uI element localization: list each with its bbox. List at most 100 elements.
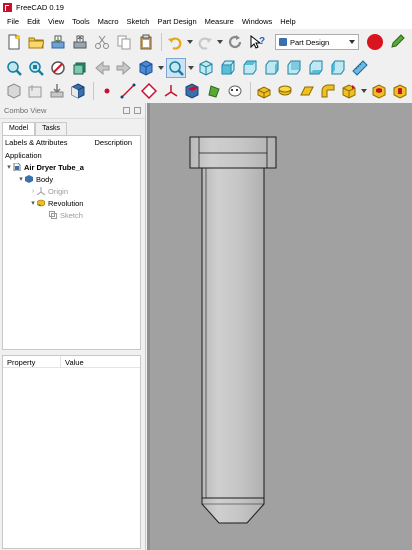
paste-button[interactable] — [136, 32, 156, 52]
additive-loft-icon — [299, 86, 314, 96]
create-group-button[interactable] — [25, 81, 44, 101]
fit-all-button[interactable] — [4, 58, 24, 78]
tree-item-document[interactable]: ▾ Air Dryer Tube_a — [3, 161, 140, 173]
draw-style-button[interactable] — [48, 58, 68, 78]
air-dryer-tube-model[interactable] — [189, 136, 277, 524]
additive-helix-button[interactable] — [340, 81, 359, 101]
subshape-binder-button[interactable] — [204, 81, 223, 101]
datum-point-button[interactable] — [97, 81, 116, 101]
tree-col-description[interactable]: Description — [94, 138, 132, 147]
import-button[interactable] — [47, 81, 66, 101]
chevron-down-icon[interactable]: ▾ — [29, 199, 37, 207]
new-document-button[interactable] — [4, 32, 24, 52]
menu-view[interactable]: View — [44, 14, 68, 29]
tab-model[interactable]: Model — [2, 122, 36, 135]
create-body-button[interactable] — [68, 81, 87, 101]
scissors-icon — [95, 35, 109, 49]
view-rear-button[interactable] — [284, 58, 304, 78]
view-isometric-button[interactable] — [196, 58, 216, 78]
menu-sketch[interactable]: Sketch — [123, 14, 154, 29]
group-icon — [28, 85, 42, 98]
view-dropdown[interactable] — [188, 58, 194, 78]
hole-button[interactable] — [391, 81, 410, 101]
additive-pipe-button[interactable] — [318, 81, 337, 101]
redo-dropdown[interactable] — [217, 32, 223, 52]
prop-col-value[interactable]: Value — [61, 356, 88, 367]
isometric-view-button[interactable] — [166, 58, 186, 78]
menu-part-design[interactable]: Part Design — [153, 14, 200, 29]
tree-item-origin[interactable]: › Origin — [3, 185, 140, 197]
view-right-button[interactable] — [262, 58, 282, 78]
additive-pipe-icon — [321, 84, 335, 98]
undo-dropdown[interactable] — [187, 32, 193, 52]
save-button[interactable] — [48, 32, 68, 52]
macro-editor-button[interactable] — [387, 32, 407, 52]
close-panel-icon[interactable] — [134, 107, 141, 114]
redo-button[interactable] — [195, 32, 215, 52]
create-part-button[interactable] — [4, 81, 23, 101]
sketch-icon — [49, 211, 57, 219]
datum-plane-button[interactable] — [140, 81, 159, 101]
save-as-button[interactable] — [70, 32, 90, 52]
view-bottom-button[interactable] — [306, 58, 326, 78]
menu-edit[interactable]: Edit — [23, 14, 44, 29]
menu-help[interactable]: Help — [276, 14, 299, 29]
whats-this-button[interactable]: ? — [247, 32, 267, 52]
undo-button[interactable] — [165, 32, 185, 52]
additive-loft-button[interactable] — [297, 81, 316, 101]
revolution-icon — [37, 199, 45, 207]
menu-tools[interactable]: Tools — [68, 14, 94, 29]
std-views-button[interactable] — [136, 58, 156, 78]
revolution-button[interactable] — [275, 81, 294, 101]
measure-distance-button[interactable] — [350, 58, 370, 78]
local-coord-system-button[interactable] — [161, 81, 180, 101]
toolbar-separator — [249, 82, 251, 100]
fit-selection-button[interactable] — [26, 58, 46, 78]
shape-binder-button[interactable] — [183, 81, 202, 101]
refresh-button[interactable] — [225, 32, 245, 52]
chevron-down-icon — [349, 40, 355, 44]
copy-button[interactable] — [114, 32, 134, 52]
clone-button[interactable] — [226, 81, 245, 101]
view-left-button[interactable] — [328, 58, 348, 78]
prop-col-property[interactable]: Property — [3, 356, 61, 367]
chevron-right-icon[interactable]: › — [29, 188, 37, 195]
menu-bar: File Edit View Tools Macro Sketch Part D… — [0, 14, 412, 29]
tree-item-sketch[interactable]: Sketch — [3, 209, 140, 221]
tree-item-revolution[interactable]: ▾ Revolution — [3, 197, 140, 209]
menu-file[interactable]: File — [3, 14, 23, 29]
menu-macro[interactable]: Macro — [94, 14, 123, 29]
cut-button[interactable] — [92, 32, 112, 52]
chevron-down-icon[interactable]: ▾ — [17, 175, 25, 183]
stop-macro-button[interactable] — [365, 32, 385, 52]
forward-button[interactable] — [114, 58, 134, 78]
view-top-button[interactable] — [240, 58, 260, 78]
datum-line-button[interactable] — [118, 81, 137, 101]
bounding-box-button[interactable] — [70, 58, 90, 78]
tree-col-labels[interactable]: Labels & Attributes — [5, 138, 68, 147]
cube-icon — [139, 60, 153, 76]
workbench-selector[interactable]: Part Design — [275, 34, 359, 50]
back-button[interactable] — [92, 58, 112, 78]
pocket-button[interactable] — [369, 81, 388, 101]
view-front-button[interactable] — [218, 58, 238, 78]
pad-button[interactable] — [254, 81, 273, 101]
chevron-down-icon[interactable]: ▾ — [5, 163, 13, 171]
freecad-logo-icon — [3, 2, 12, 12]
open-button[interactable] — [26, 32, 46, 52]
menu-measure[interactable]: Measure — [201, 14, 238, 29]
additive-primitive-dropdown[interactable] — [361, 81, 368, 101]
std-views-dropdown[interactable] — [158, 58, 164, 78]
float-panel-icon[interactable] — [123, 107, 130, 114]
tab-tasks[interactable]: Tasks — [35, 122, 67, 135]
tree-item-body[interactable]: ▾ Body — [3, 173, 140, 185]
menu-windows[interactable]: Windows — [238, 14, 276, 29]
svg-text:?: ? — [259, 36, 265, 47]
tree-item-label: Revolution — [48, 198, 84, 208]
pad-icon — [257, 86, 271, 99]
tube-head — [189, 136, 277, 169]
3d-viewport[interactable] — [147, 103, 412, 550]
window-title: FreeCAD 0.19 — [16, 2, 64, 12]
part-design-toolbar — [0, 79, 412, 103]
redo-icon — [198, 37, 212, 50]
